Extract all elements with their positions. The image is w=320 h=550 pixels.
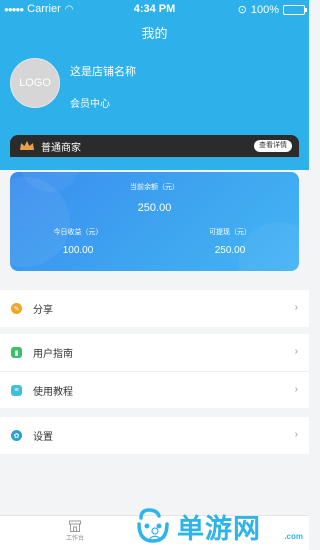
withdrawable-label: 可提现（元） [209,229,251,236]
tutorial-icon: ≡ [11,384,22,396]
menu-label-share: 分享 [33,305,53,316]
site-watermark: 单游网 [133,506,261,546]
storefront-icon [69,520,81,532]
settings-icon: ✿ [11,430,22,441]
status-bar: ●●●●● Carrier ◠ 4:34 PM ⊙ 100% [0,0,309,18]
menu-group-help: ▮ 用户指南 › ≡ 使用教程 › [0,334,309,408]
crown-icon [20,141,34,150]
menu-item-guide[interactable]: ▮ 用户指南 › [0,334,309,371]
store-name: 这是店铺名称 [70,66,136,78]
menu-item-tutorial[interactable]: ≡ 使用教程 › [0,371,309,408]
today-earnings-value: 100.00 [62,245,94,256]
menu-label-guide: 用户指南 [33,349,73,360]
share-icon: ✎ [11,303,22,314]
battery-percent: 100% [250,3,279,16]
chevron-right-icon: › [294,302,298,313]
current-balance-label: 当前余额（元） [130,184,179,191]
chevron-right-icon: › [294,429,298,440]
chevron-right-icon: › [294,346,298,357]
menu-label-settings: 设置 [33,432,53,443]
view-details-button[interactable]: 查看详情 [254,140,292,152]
location-icon: ⊙ [237,4,247,16]
guide-book-icon: ▮ [11,347,22,358]
smile-logo-icon [137,508,169,543]
member-center-link[interactable]: 会员中心 [70,95,110,110]
menu-group-share: ✎ 分享 › [0,290,309,327]
menu-label-tutorial: 使用教程 [33,386,73,398]
battery-icon [283,4,307,15]
menu-item-settings[interactable]: ✿ 设置 › [0,417,309,454]
tab-workbench[interactable]: 工作台 [60,519,90,542]
merchant-level-bar: 普通商家 查看详情 [10,135,299,157]
menu-item-share[interactable]: ✎ 分享 › [0,290,309,327]
today-earnings-label: 今日收益（元） [53,229,103,236]
current-balance-value: 250.00 [137,202,172,214]
balance-card: 当前余额（元） 250.00 今日收益（元） 100.00 可提现（元） 250… [10,172,299,271]
merchant-level-label: 普通商家 [41,142,81,154]
store-logo[interactable]: LOGO [10,58,60,108]
menu-group-settings: ✿ 设置 › [0,417,309,454]
chevron-right-icon: › [294,384,298,395]
page-title: 我的 [141,26,168,41]
watermark-url: .com [284,532,303,541]
status-right: ⊙ 100% [237,3,307,16]
withdrawable-value: 250.00 [214,245,246,256]
watermark-text: 单游网 [177,513,261,544]
tab-workbench-label: 工作台 [65,536,84,542]
